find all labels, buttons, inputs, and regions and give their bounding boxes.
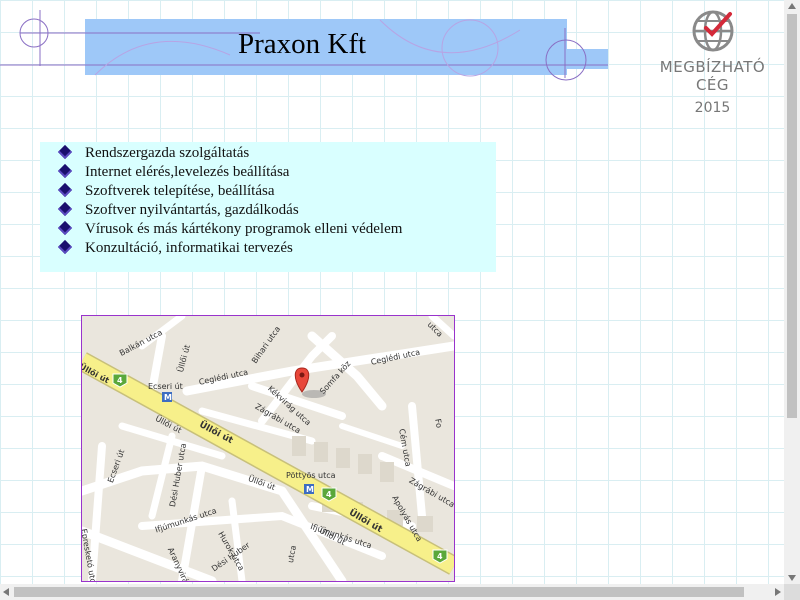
scroll-down-arrow-icon[interactable] [788, 575, 796, 581]
metro-icon: M [306, 485, 314, 494]
trusted-company-badge: MEGBÍZHATÓ CÉG 2015 [655, 8, 770, 133]
map-label: Pöttyös utca [286, 471, 336, 480]
header-banner: Praxon Kft [0, 0, 650, 90]
scroll-left-arrow-icon[interactable] [3, 588, 9, 596]
badge-year: 2015 [694, 100, 731, 116]
route-4-shield: 4 [326, 490, 332, 499]
location-map[interactable]: Balkán utca Üllői út Üllői út Ecseri út … [81, 315, 455, 582]
scroll-right-arrow-icon[interactable] [775, 588, 781, 596]
services-list: Rendszergazda szolgáltatás Internet elér… [57, 144, 402, 258]
page-title: Praxon Kft [238, 28, 367, 60]
diamond-bullet-icon [57, 144, 73, 160]
list-item: Internet elérés,levelezés beállítása [57, 163, 402, 182]
map-label: Fo [433, 418, 444, 429]
diamond-bullet-icon [57, 220, 73, 236]
route-4-shield: 4 [437, 552, 443, 561]
diamond-bullet-icon [57, 239, 73, 255]
map-pin-icon [294, 367, 310, 393]
metro-icon: M [164, 393, 172, 402]
horizontal-scroll-thumb[interactable] [14, 587, 744, 597]
badge-line2: CÉG [695, 76, 730, 94]
list-item: Szoftverek telepítése, beállítása [57, 182, 402, 201]
list-item: Vírusok és más kártékony programok ellen… [57, 220, 402, 239]
list-item: Konzultáció, informatikai tervezés [57, 239, 402, 258]
route-4-shield: 4 [117, 376, 123, 385]
globe-check-icon [692, 10, 733, 52]
list-item: Szoftver nyilvántartás, gazdálkodás [57, 201, 402, 220]
scrollbar-corner [784, 584, 800, 600]
services-box: Rendszergazda szolgáltatás Internet elér… [40, 142, 496, 272]
vertical-scroll-thumb[interactable] [787, 14, 797, 418]
list-item: Rendszergazda szolgáltatás [57, 144, 402, 163]
scroll-up-arrow-icon[interactable] [788, 3, 796, 9]
diamond-bullet-icon [57, 201, 73, 217]
badge-line1: MEGBÍZHATÓ [659, 58, 766, 76]
diamond-bullet-icon [57, 163, 73, 179]
horizontal-scrollbar[interactable] [0, 584, 784, 600]
map-label: Ecseri út [148, 382, 183, 391]
diamond-bullet-icon [57, 182, 73, 198]
vertical-scrollbar[interactable] [784, 0, 800, 584]
